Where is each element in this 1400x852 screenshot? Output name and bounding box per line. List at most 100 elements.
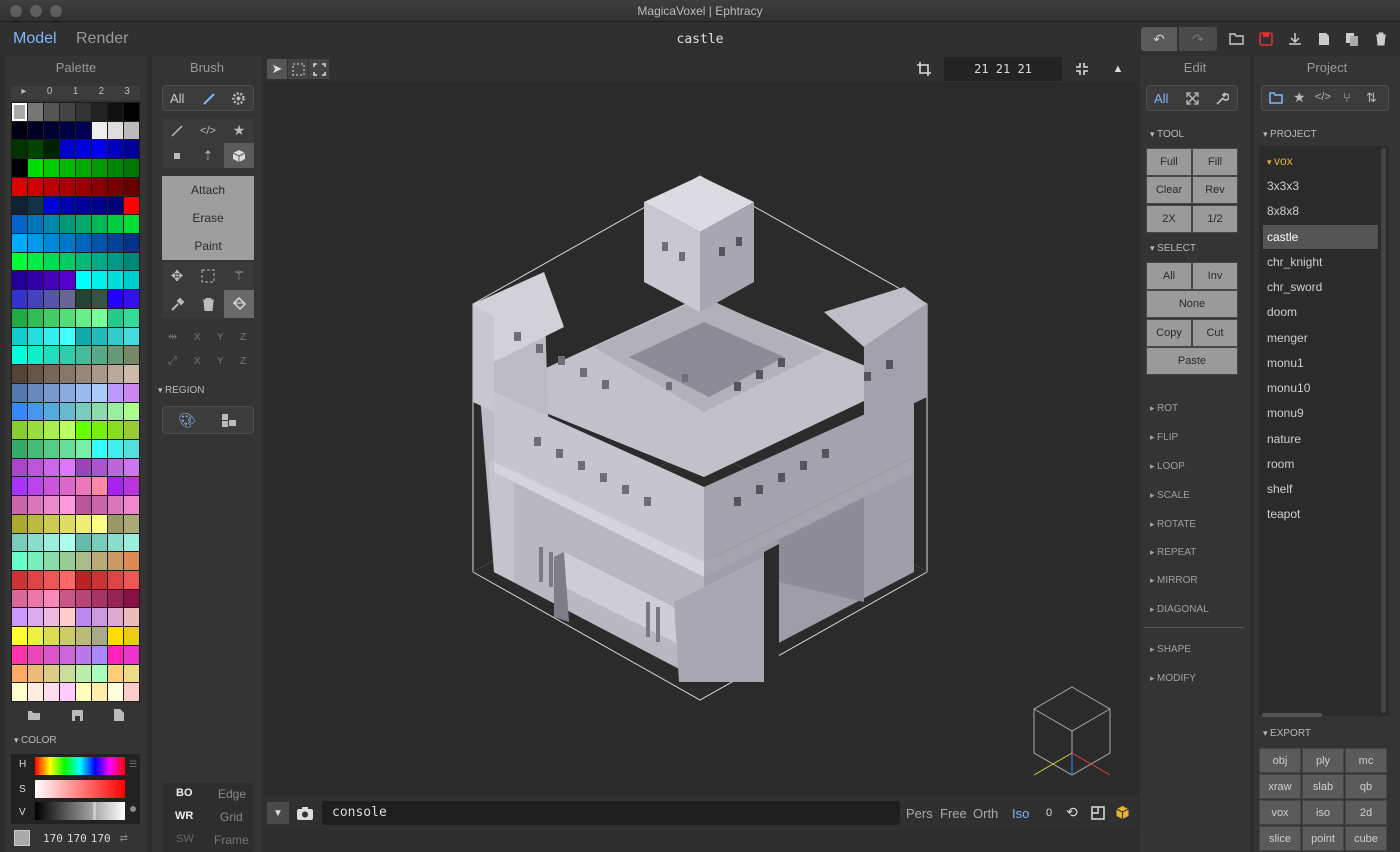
duplicate-button[interactable] [1337,27,1367,51]
palette-swatch[interactable] [28,346,43,365]
palette-swatch[interactable] [92,215,107,234]
file-doom[interactable]: doom [1263,300,1378,324]
palette-swatch[interactable] [44,627,59,645]
palette-swatch[interactable] [124,496,139,514]
palette-swatch[interactable] [60,121,75,140]
palette-swatch[interactable] [12,533,27,552]
palette-swatch[interactable] [76,627,91,645]
palette-swatch[interactable] [92,645,107,664]
palette-swatch[interactable] [124,196,139,215]
palette-swatch[interactable] [60,103,75,121]
palette-swatch[interactable] [92,589,107,608]
palette-swatch[interactable] [28,608,43,627]
palette-swatch[interactable] [12,570,27,589]
mirror-y[interactable]: Y [217,332,224,343]
palette-swatch[interactable] [12,383,27,402]
palette-swatch[interactable] [76,215,91,234]
palette-swatch[interactable] [12,346,27,365]
vox-folder[interactable]: ▾ vox [1263,149,1378,173]
palette-swatch[interactable] [28,402,43,421]
palette-swatch[interactable] [60,645,75,664]
palette-swatch[interactable] [60,365,75,383]
palette-swatch[interactable] [124,365,139,383]
palette-swatch[interactable] [92,439,107,458]
palette-swatch[interactable] [28,383,43,402]
palette-swatch[interactable] [60,177,75,196]
palette-swatch[interactable] [44,402,59,421]
palette-swatch[interactable] [92,252,107,271]
export-qb-button[interactable]: qb [1345,774,1387,799]
palette-swatch[interactable] [28,496,43,514]
palette-swatch[interactable] [44,496,59,514]
palette-swatch[interactable] [44,103,59,121]
shape-section-header[interactable]: SHAPE [1150,644,1191,655]
palette-swatch[interactable] [92,308,107,327]
palette-swatch[interactable] [60,140,75,159]
palette-swatch[interactable] [76,533,91,552]
palette-swatch[interactable] [12,514,27,533]
palette-swatch[interactable] [92,196,107,215]
palette-swatch[interactable] [44,589,59,608]
new-file-button[interactable] [1309,27,1339,51]
palette-swatch[interactable] [108,290,123,308]
favorites-star-icon[interactable]: ★ [1293,89,1306,106]
palette-swatch[interactable] [108,664,123,683]
marquee-tool-button[interactable] [193,262,223,289]
expand-icon[interactable] [1186,92,1199,105]
palette-swatch[interactable] [28,570,43,589]
palette-swatch[interactable] [124,683,139,701]
color-section-header[interactable]: COLOR [14,735,57,746]
file-monu9[interactable]: monu9 [1263,401,1378,425]
palette-swatch[interactable] [12,552,27,570]
palette-swatch[interactable] [76,439,91,458]
cut-button[interactable]: Cut [1192,319,1238,347]
palette-swatch[interactable] [124,533,139,552]
palette-swatch[interactable] [124,514,139,533]
palette-swatch[interactable] [76,383,91,402]
file-monu1[interactable]: monu1 [1263,351,1378,375]
palette-swatch[interactable] [92,365,107,383]
line-brush-button[interactable] [162,118,192,143]
palette-swatch[interactable] [124,608,139,627]
palette-swatch[interactable] [108,346,123,365]
export-xraw-button[interactable]: xraw [1259,774,1301,799]
screenshot-button[interactable] [294,802,316,824]
palette-swatch[interactable] [12,421,27,439]
palette-swatch[interactable] [60,458,75,477]
palette-swatch[interactable] [76,177,91,196]
palette-swatch[interactable] [92,552,107,570]
color-pick-tool-button[interactable] [162,290,192,318]
palette-swatch[interactable] [60,589,75,608]
palette-swatch[interactable] [28,290,43,308]
option-grid[interactable]: Grid [220,810,243,824]
palette-swatch[interactable] [12,608,27,627]
palette-swatch[interactable] [92,271,107,290]
palette-swatch[interactable] [108,589,123,608]
palette-swatch[interactable] [12,627,27,645]
palette-swatch[interactable] [60,496,75,514]
option-sw[interactable]: SW [176,833,194,845]
palette-swatch[interactable] [92,121,107,140]
palette-region-icon[interactable]: 🎨︎ [178,412,196,429]
pattern-brush-button[interactable]: ★ [224,118,254,143]
file-nature[interactable]: nature [1263,427,1378,451]
model-cube-icon[interactable] [1115,805,1130,820]
palette-swatch[interactable] [28,589,43,608]
palette-swatch[interactable] [108,103,123,121]
open-button[interactable] [1222,27,1252,51]
palette-swatch[interactable] [124,552,139,570]
palette-swatch[interactable] [28,458,43,477]
red-value[interactable]: 170 [43,832,63,845]
loop-section-header[interactable]: LOOP [1150,461,1185,472]
select-all-region-button[interactable] [309,59,329,79]
redo-button[interactable]: ↷ [1179,27,1217,51]
file-chr-sword[interactable]: chr_sword [1263,275,1378,299]
palette-swatch[interactable] [12,458,27,477]
palette-swatch[interactable] [76,458,91,477]
palette-swatch[interactable] [108,627,123,645]
export-button[interactable] [1280,27,1310,51]
palette-swatch[interactable] [28,477,43,496]
palette-swatch[interactable] [44,159,59,177]
code-brush-button[interactable]: </> [193,118,223,143]
file-castle[interactable]: castle [1263,225,1378,249]
